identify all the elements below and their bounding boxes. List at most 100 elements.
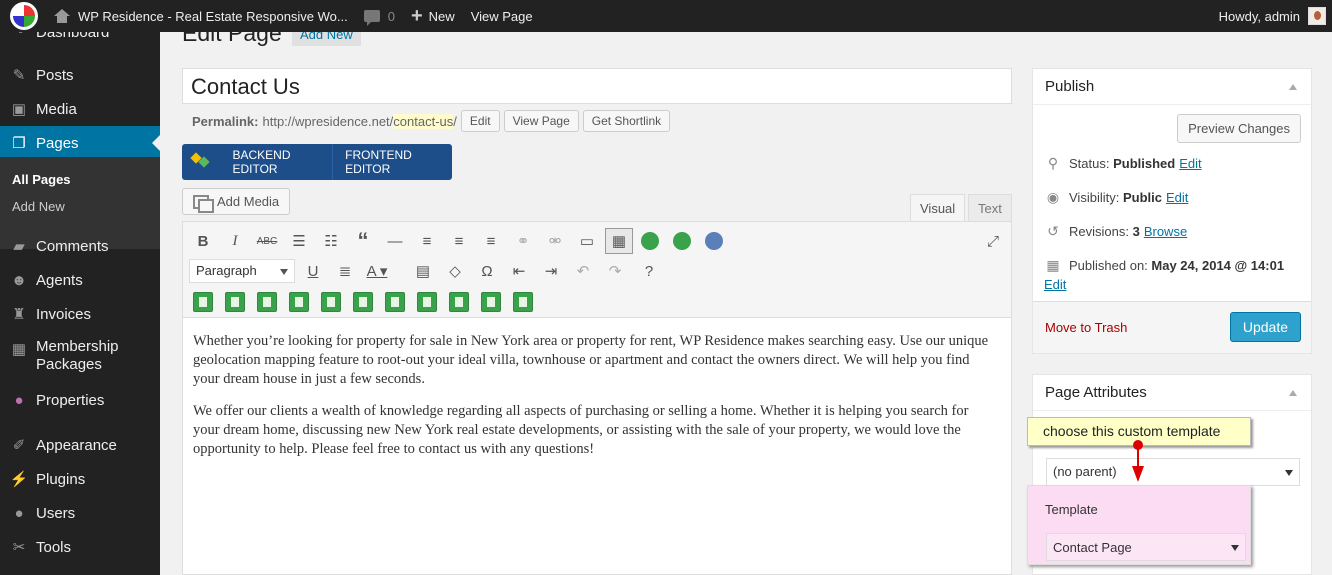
my-account-link[interactable]: Howdy, admin <box>1219 7 1332 25</box>
view-page-link[interactable]: View Page <box>463 0 541 32</box>
sidebar-item-comments[interactable]: ▰ Comments <box>0 234 160 258</box>
page-attributes-header[interactable]: Page Attributes <box>1033 375 1311 411</box>
text-color-icon[interactable]: A ▾ <box>363 258 391 284</box>
fullscreen-icon[interactable]: ⤢ <box>979 228 1007 254</box>
content-editor: B I ABC ☰ ☷ “ — ≡ ≡ ≡ ⚭ ⚮ ▭ ▦ ⤢ Paragrap… <box>182 221 1012 575</box>
horizontal-line-icon[interactable]: — <box>381 228 409 254</box>
revisions-row: ↺ Revisions: 3 Browse <box>1045 223 1187 239</box>
outdent-icon[interactable]: ⇤ <box>505 258 533 284</box>
numbered-list-icon[interactable]: ☷ <box>317 228 345 254</box>
shortcode-featured-property-icon[interactable] <box>321 292 341 312</box>
template-highlight: Template Contact Page <box>1027 485 1251 565</box>
sidebar-item-membership-packages[interactable]: ▦ Membership Packages <box>0 338 160 376</box>
sidebar-item-plugins[interactable]: ⚡ Plugins <box>0 467 160 491</box>
indent-icon[interactable]: ⇥ <box>537 258 565 284</box>
align-center-icon[interactable]: ≡ <box>445 228 473 254</box>
home-icon <box>54 9 70 23</box>
strikethrough-icon[interactable]: ABC <box>253 228 281 254</box>
blockquote-icon[interactable]: “ <box>349 228 377 254</box>
shortcode-recent-items-icon[interactable] <box>225 292 245 312</box>
content-paragraph: We offer our clients a wealth of knowled… <box>193 403 969 457</box>
plug-icon: ⚡ <box>9 471 29 488</box>
eye-icon: ◉ <box>1046 188 1060 205</box>
collapse-arrow-icon[interactable] <box>1289 390 1297 396</box>
annotation-arrow-icon <box>1132 466 1144 482</box>
permalink-row: Permalink: http://wpresidence.net/contac… <box>192 110 671 132</box>
tab-visual[interactable]: Visual <box>910 194 966 221</box>
template-label: Template <box>1045 502 1098 517</box>
help-icon[interactable]: ? <box>635 258 663 284</box>
permalink-base[interactable]: http://wpresidence.net/ <box>262 114 393 129</box>
wrench-icon: ✂ <box>12 539 26 556</box>
shortcode-list-items-icon[interactable] <box>289 292 309 312</box>
new-content-link[interactable]: + New <box>403 0 463 32</box>
site-name-link[interactable]: WP Residence - Real Estate Responsive Wo… <box>46 0 356 32</box>
sidebar-item-pages[interactable]: ❐ Pages <box>0 126 160 160</box>
italic-icon[interactable]: I <box>221 228 249 254</box>
move-to-trash-link[interactable]: Move to Trash <box>1045 320 1127 335</box>
edit-permalink-button[interactable]: Edit <box>460 110 500 132</box>
search-globe-icon[interactable] <box>705 232 723 250</box>
bold-icon[interactable]: B <box>189 228 217 254</box>
shortcode-agent-list-icon[interactable] <box>257 292 277 312</box>
browse-revisions-link[interactable]: Browse <box>1144 224 1187 239</box>
post-title-input[interactable]: Contact Us <box>182 68 1012 104</box>
sidebar-item-posts[interactable]: ✎ Posts <box>0 63 160 87</box>
update-button[interactable]: Update <box>1229 312 1301 342</box>
edit-status-link[interactable]: Edit <box>1179 156 1201 171</box>
align-right-icon[interactable]: ≡ <box>477 228 505 254</box>
sidebar-item-invoices[interactable]: ♜ Invoices <box>0 302 160 326</box>
shortcode-spacer-icon[interactable] <box>513 292 533 312</box>
visual-composer-bar: BACKEND EDITOR FRONTEND EDITOR <box>182 144 452 180</box>
view-page-button[interactable]: View Page <box>503 110 579 132</box>
shortcode-testimonial-icon[interactable] <box>193 292 213 312</box>
clear-formatting-icon[interactable]: ◇ <box>441 258 469 284</box>
tab-text[interactable]: Text <box>968 194 1012 221</box>
sidebar-item-agents[interactable]: ☻ Agents <box>0 268 160 292</box>
wordpress-logo-icon[interactable] <box>0 0 46 32</box>
justify-icon[interactable]: ≣ <box>331 258 359 284</box>
comments-link[interactable]: 0 <box>356 0 403 32</box>
remove-link-icon[interactable]: ⚮ <box>541 228 569 254</box>
shortcode-icon-content-box-icon[interactable] <box>481 292 501 312</box>
backend-editor-button[interactable]: BACKEND EDITOR <box>220 144 334 180</box>
paste-text-icon[interactable]: ▤ <box>409 258 437 284</box>
toolbar-toggle-icon[interactable]: ▦ <box>605 228 633 254</box>
template-select[interactable]: Contact Page <box>1046 533 1246 561</box>
align-left-icon[interactable]: ≡ <box>413 228 441 254</box>
collapse-arrow-icon[interactable] <box>1289 84 1297 90</box>
edit-visibility-link[interactable]: Edit <box>1166 190 1188 205</box>
read-more-icon[interactable]: ▭ <box>573 228 601 254</box>
sidebar-item-appearance[interactable]: ✐ Appearance <box>0 433 160 457</box>
frontend-editor-button[interactable]: FRONTEND EDITOR <box>333 144 452 180</box>
map-markers-icon[interactable] <box>673 232 691 250</box>
user-icon: ● <box>14 504 24 522</box>
insert-link-icon[interactable]: ⚭ <box>509 228 537 254</box>
publish-box-header[interactable]: Publish <box>1033 69 1311 105</box>
sidebar-item-users[interactable]: ● Users <box>0 501 160 525</box>
shortcode-featured-article-icon[interactable] <box>353 292 373 312</box>
map-marker-icon[interactable] <box>641 232 659 250</box>
editor-content[interactable]: Whether you’re looking for property for … <box>193 332 993 472</box>
shortcode-advanced-search-icon[interactable] <box>449 292 469 312</box>
sidebar-item-tools[interactable]: ✂ Tools <box>0 535 160 559</box>
permalink-slug[interactable]: contact-us <box>393 113 454 129</box>
format-select[interactable]: Paragraph <box>189 259 295 283</box>
edit-date-link[interactable]: Edit <box>1044 277 1066 292</box>
parent-select[interactable]: (no parent) <box>1046 458 1300 486</box>
sidebar-item-media[interactable]: ▣ Media <box>0 97 160 121</box>
preview-changes-button[interactable]: Preview Changes <box>1177 114 1301 143</box>
underline-icon[interactable]: U <box>299 258 327 284</box>
sidebar-item-properties[interactable]: ● Properties <box>0 388 160 412</box>
redo-icon[interactable]: ↷ <box>601 258 629 284</box>
shortcode-login-form-icon[interactable] <box>417 292 437 312</box>
submenu-add-new[interactable]: Add New <box>12 199 65 214</box>
annotation-line <box>1137 445 1139 467</box>
undo-icon[interactable]: ↶ <box>569 258 597 284</box>
add-media-button[interactable]: Add Media <box>182 188 291 215</box>
shortcode-featured-agent-icon[interactable] <box>385 292 405 312</box>
special-character-icon[interactable]: Ω <box>473 258 501 284</box>
get-shortlink-button[interactable]: Get Shortlink <box>582 110 671 132</box>
submenu-all-pages[interactable]: All Pages <box>12 172 71 187</box>
bullet-list-icon[interactable]: ☰ <box>285 228 313 254</box>
